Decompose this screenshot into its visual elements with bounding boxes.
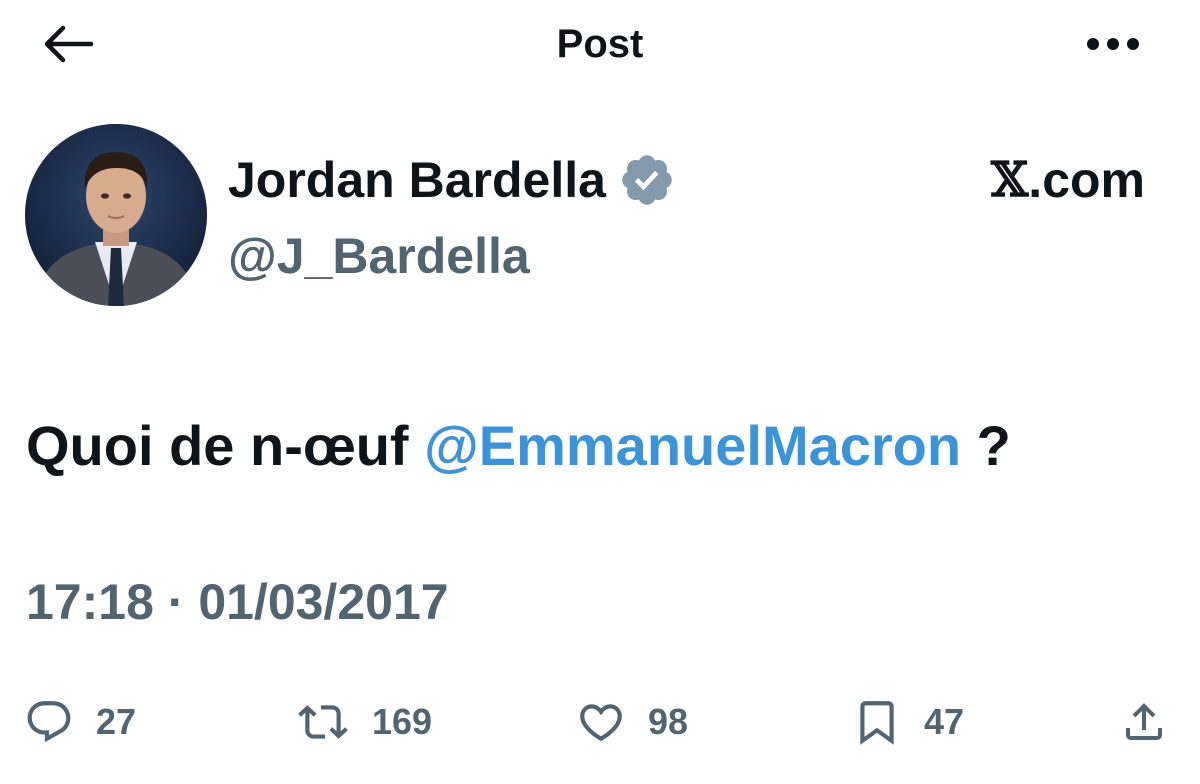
bookmark-button[interactable]: 47: [852, 690, 964, 754]
verified-badge-icon: [618, 151, 676, 209]
retweet-count: 169: [372, 701, 433, 742]
avatar[interactable]: [25, 124, 207, 306]
tweet-text-before: Quoi de n-œuf: [26, 414, 409, 477]
tweet-timestamp[interactable]: 17:18 · 01/03/2017: [26, 570, 449, 634]
author-handle[interactable]: @J_Bardella: [228, 224, 530, 288]
action-bar: 27 169 98 47: [0, 690, 1200, 754]
more-options-button[interactable]: [1078, 18, 1148, 70]
arrow-left-icon: [44, 25, 94, 63]
share-icon: [1126, 703, 1162, 740]
back-button[interactable]: [38, 18, 98, 70]
profile-photo: [25, 124, 207, 306]
retweet-button[interactable]: 169: [296, 690, 432, 754]
retweet-icon: [298, 705, 348, 739]
reply-button[interactable]: 27: [24, 690, 136, 754]
mention-link[interactable]: @EmmanuelMacron: [424, 414, 961, 477]
reply-count: 27: [96, 701, 137, 742]
bookmark-icon: [860, 701, 894, 745]
author-name-row[interactable]: Jordan Bardella: [228, 148, 676, 212]
bookmark-count: 47: [924, 701, 965, 742]
heart-icon: [580, 704, 622, 742]
tweet-text: Quoi de n-œuf @EmmanuelMacron ?: [26, 410, 1011, 482]
more-horizontal-icon: [1087, 38, 1139, 50]
share-button[interactable]: [1120, 690, 1168, 754]
like-button[interactable]: 98: [576, 690, 688, 754]
tweet-text-after: ?: [976, 414, 1011, 477]
top-bar: Post: [0, 0, 1200, 90]
x-logo-icon: 𝕏: [991, 152, 1029, 208]
page-title: Post: [556, 22, 644, 66]
source-label: 𝕏 .com: [991, 148, 1145, 212]
source-suffix: .com: [1028, 152, 1145, 208]
reply-icon: [27, 701, 71, 743]
like-count: 98: [648, 701, 689, 742]
author-display-name: Jordan Bardella: [228, 152, 606, 208]
